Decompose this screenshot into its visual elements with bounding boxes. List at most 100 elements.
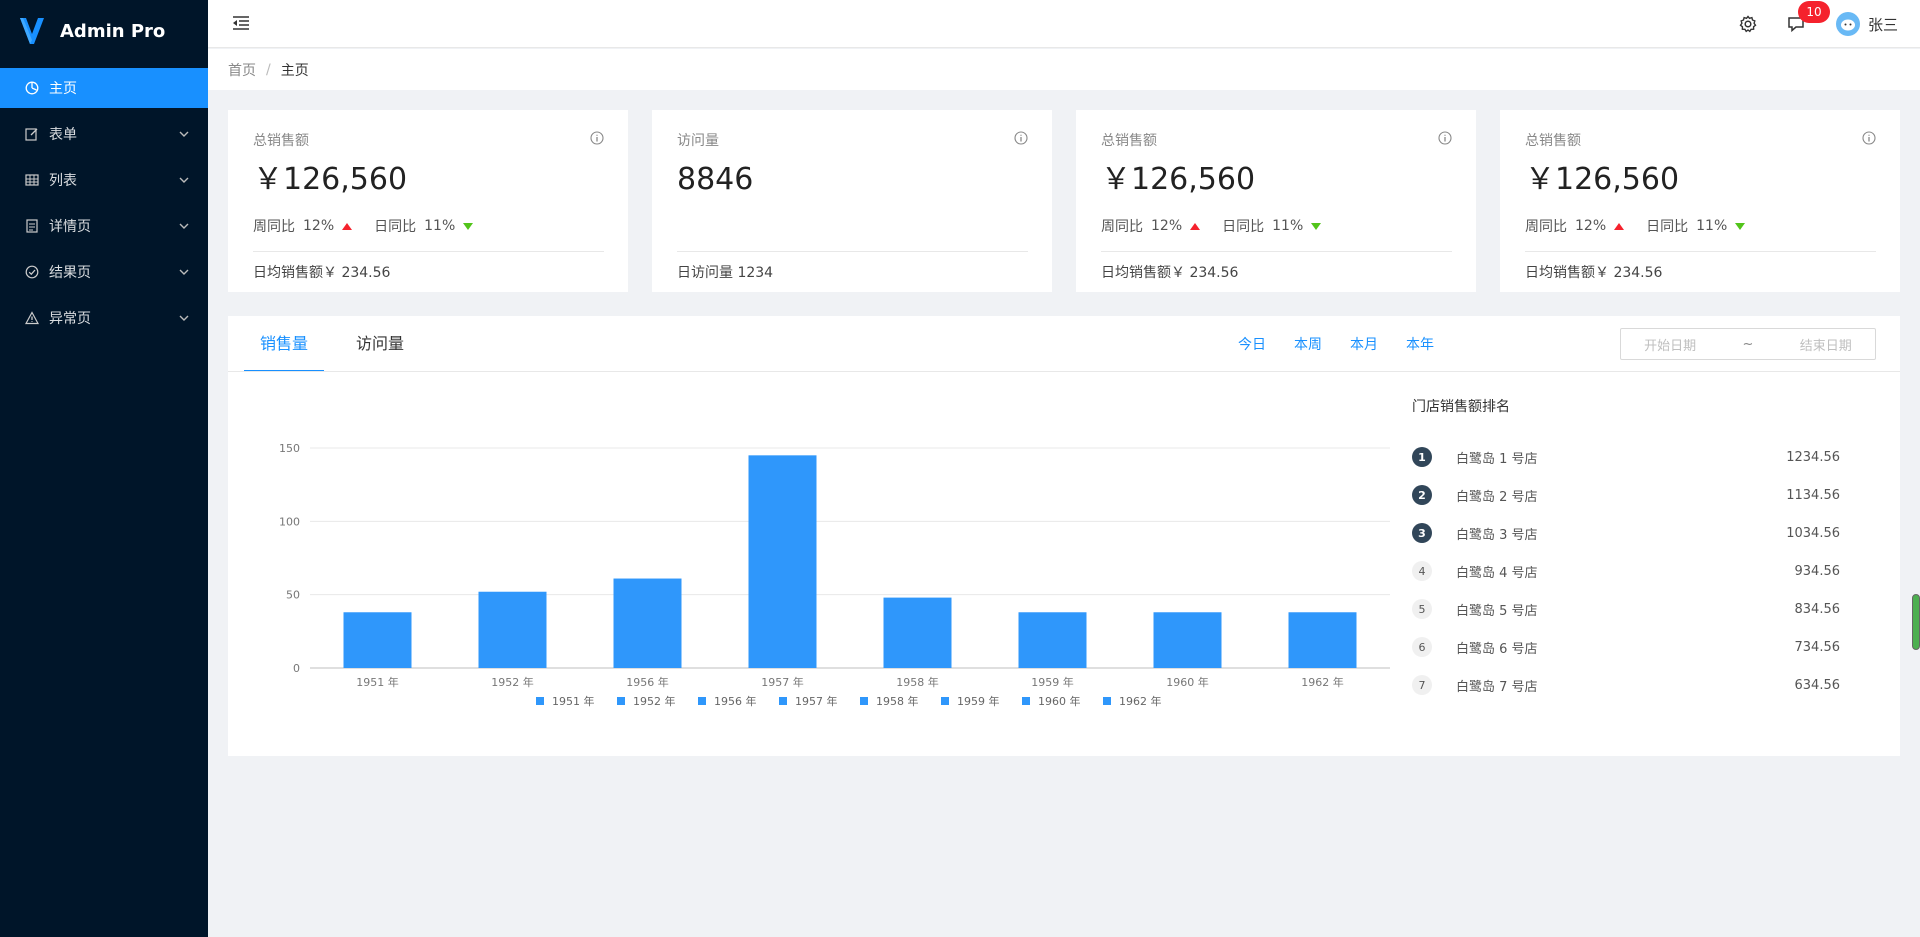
- rank-number: 1: [1412, 447, 1432, 467]
- legend-swatch: [536, 697, 544, 705]
- store-name: 白鹭岛 7 号店: [1456, 679, 1538, 695]
- x-tick-label: 1951 年: [356, 675, 399, 689]
- store-value: 934.56: [1794, 563, 1841, 579]
- day-compare-label: 日同比: [1222, 219, 1265, 235]
- card-title: 总销售额: [1525, 133, 1581, 149]
- day-compare-value: 11%: [1272, 218, 1304, 234]
- username[interactable]: 张三: [1868, 14, 1898, 35]
- end-date-input[interactable]: 结束日期: [1800, 335, 1852, 354]
- x-tick-label: 1958 年: [896, 675, 939, 689]
- card-title: 访问量: [677, 133, 719, 149]
- store-name: 白鹭岛 2 号店: [1456, 489, 1538, 505]
- list-item: 1 白鹭岛 1 号店 1234.56: [1412, 438, 1872, 476]
- x-tick-label: 1956 年: [626, 675, 669, 689]
- list-item: 3 白鹭岛 3 号店 1034.56: [1412, 514, 1872, 552]
- week-compare-value: 12%: [303, 218, 335, 234]
- stat-card-sales: 总销售额 ￥126,560 周同比 12% 日同比 11% 日均销售额￥ 234.5…: [1076, 110, 1476, 292]
- range-week-link[interactable]: 本周: [1294, 334, 1322, 354]
- range-year-link[interactable]: 本年: [1406, 334, 1434, 354]
- sales-panel: 销售量 访问量 今日 本周 本月 本年 开始日期 ~ 结束日期 0 50 100 15…: [228, 316, 1900, 756]
- avatar[interactable]: [1835, 12, 1860, 36]
- bar: [343, 612, 412, 668]
- bar: [1153, 612, 1222, 668]
- caret-down-icon: [463, 222, 474, 230]
- logo[interactable]: Admin Pro: [0, 0, 208, 62]
- store-value: 634.56: [1794, 677, 1841, 693]
- rank-number: 7: [1412, 675, 1432, 695]
- info-icon[interactable]: [1862, 131, 1876, 149]
- gear-icon[interactable]: [1738, 14, 1758, 34]
- sidebar-item-result[interactable]: 结果页: [0, 252, 208, 292]
- card-footer: 日访问量 1234: [677, 265, 774, 281]
- legend-swatch: [1103, 697, 1111, 705]
- divider: [677, 251, 1028, 252]
- breadcrumb-home[interactable]: 首页: [228, 60, 256, 80]
- scrollbar-thumb[interactable]: [1912, 594, 1920, 650]
- range-today-link[interactable]: 今日: [1238, 334, 1266, 354]
- list-item: 2 白鹭岛 2 号店 1134.56: [1412, 476, 1872, 514]
- form-edit-icon: [24, 126, 40, 142]
- sidebar-item-list[interactable]: 列表: [0, 160, 208, 200]
- menu-fold-icon[interactable]: [230, 12, 252, 34]
- legend-swatch: [860, 697, 868, 705]
- divider: [1101, 251, 1452, 252]
- date-range-picker[interactable]: 开始日期 ~ 结束日期: [1620, 328, 1876, 360]
- card-title: 总销售额: [253, 133, 309, 149]
- bar: [883, 597, 952, 668]
- caret-up-icon: [1614, 222, 1625, 230]
- day-compare-value: 11%: [1696, 218, 1728, 234]
- sidebar-item-home[interactable]: 主页: [0, 68, 208, 108]
- card-value: ￥126,560: [1525, 162, 1680, 197]
- store-ranking: 门店销售额排名 1 白鹭岛 1 号店 1234.56 2 白鹭岛 2 号店 11…: [1412, 396, 1872, 704]
- logo-icon: [20, 18, 44, 44]
- sidebar-item-exception[interactable]: 异常页: [0, 298, 208, 338]
- legend-swatch: [1022, 697, 1030, 705]
- x-tick-label: 1960 年: [1166, 675, 1209, 689]
- rank-number: 2: [1412, 485, 1432, 505]
- sidebar-item-profile[interactable]: 详情页: [0, 206, 208, 246]
- range-month-link[interactable]: 本月: [1350, 334, 1378, 354]
- divider: [1525, 251, 1876, 252]
- message-icon[interactable]: 10: [1786, 1, 1830, 34]
- chevron-down-icon: [178, 128, 190, 140]
- breadcrumb-current: 主页: [280, 62, 309, 79]
- dashboard-icon: [24, 80, 40, 96]
- tabs-divider: [228, 371, 1900, 372]
- day-compare-label: 日同比: [374, 219, 417, 235]
- y-tick-label: 150: [279, 442, 300, 455]
- start-date-input[interactable]: 开始日期: [1644, 335, 1696, 354]
- warning-icon: [24, 310, 40, 326]
- sidebar-item-label: 列表: [49, 173, 77, 189]
- legend-label: 1957 年: [795, 694, 838, 708]
- legend-swatch: [941, 697, 949, 705]
- info-icon[interactable]: [1438, 131, 1452, 149]
- bar-chart-svg: 0 50 100 150 1951 年 1952 年 1956 年 1957 年 1958 年 1…: [279, 442, 1390, 708]
- tab-sales[interactable]: 销售量: [244, 316, 325, 372]
- bar: [748, 455, 817, 668]
- card-trend: 周同比 12% 日同比 11%: [253, 216, 604, 236]
- divider: [253, 251, 604, 252]
- card-footer: 日均销售额￥ 234.56: [253, 265, 391, 281]
- sidebar: Admin Pro 主页 表单 列表 详情页 结果页 异常页: [0, 0, 208, 937]
- tab-visits[interactable]: 访问量: [340, 316, 420, 372]
- stat-card-sales: 总销售额 ￥126,560 周同比 12% 日同比 11% 日均销售额￥ 234.5…: [228, 110, 628, 292]
- y-tick-label: 0: [293, 662, 300, 675]
- week-compare-label: 周同比: [1101, 219, 1143, 235]
- list-item: 5 白鹭岛 5 号店 834.56: [1412, 590, 1872, 628]
- rank-number: 5: [1412, 599, 1432, 619]
- sidebar-item-form[interactable]: 表单: [0, 114, 208, 154]
- info-icon[interactable]: [590, 131, 604, 149]
- x-tick-label: 1959 年: [1031, 675, 1074, 689]
- week-compare-label: 周同比: [1525, 219, 1567, 235]
- date-range-separator: ~: [1742, 336, 1754, 352]
- sales-bar-chart: 0 50 100 150 1951 年 1952 年 1956 年 1957 年 1958 年 1…: [250, 412, 1400, 742]
- store-value: 834.56: [1794, 601, 1841, 617]
- caret-down-icon: [1735, 222, 1746, 230]
- legend-label: 1956 年: [714, 694, 757, 708]
- chevron-down-icon: [178, 174, 190, 186]
- y-tick-label: 100: [279, 515, 300, 528]
- ranking-list: 1 白鹭岛 1 号店 1234.56 2 白鹭岛 2 号店 1134.56 3 …: [1412, 438, 1872, 704]
- card-trend: 周同比 12% 日同比 11%: [1101, 216, 1452, 236]
- info-icon[interactable]: [1014, 131, 1028, 149]
- week-compare-value: 12%: [1575, 218, 1607, 234]
